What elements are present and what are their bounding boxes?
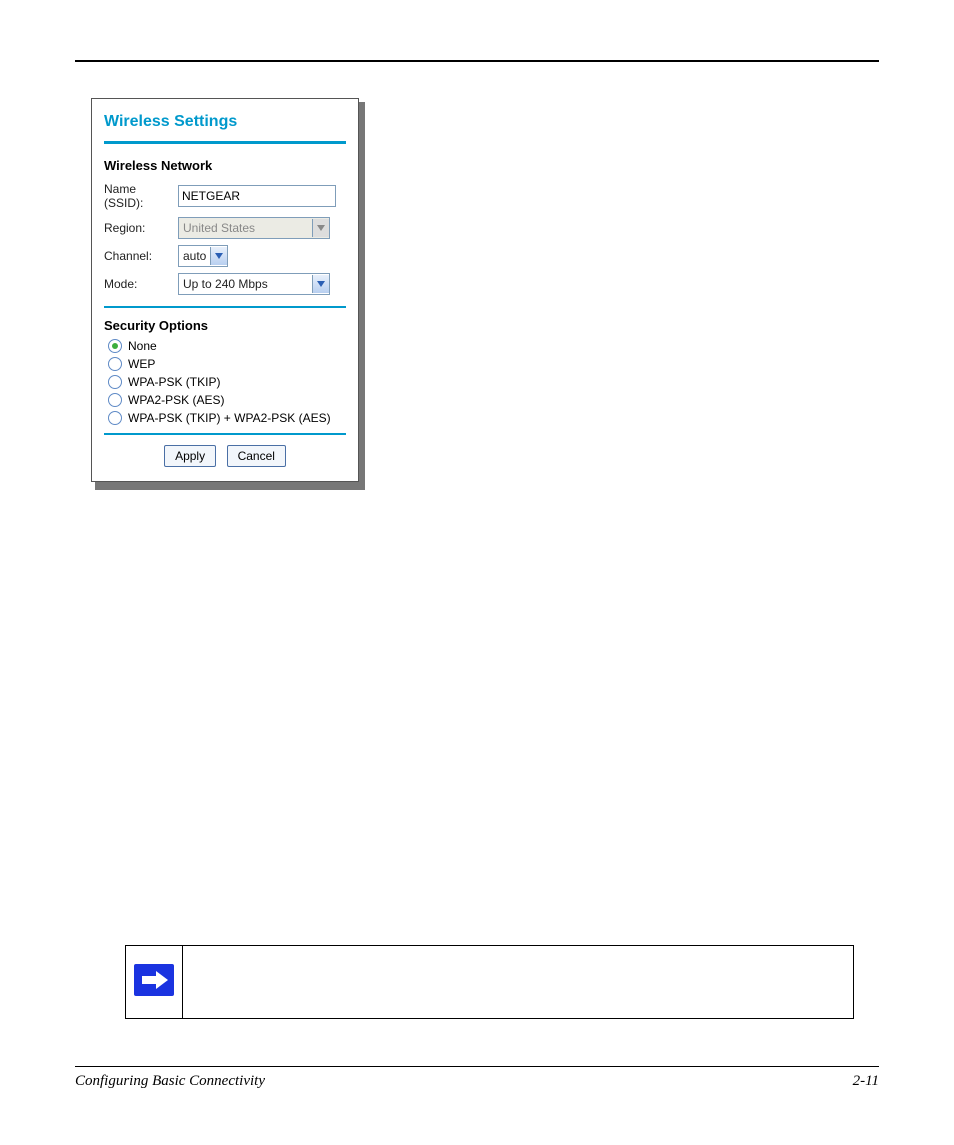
page-footer: Configuring Basic Connectivity 2-11 bbox=[75, 1066, 879, 1090]
ssid-label: Name (SSID): bbox=[104, 179, 178, 214]
panel-shadow: Wireless Settings Wireless Network Name … bbox=[95, 102, 365, 490]
mode-value: Up to 240 Mbps bbox=[179, 275, 312, 293]
top-horizontal-rule bbox=[75, 60, 879, 62]
note-box bbox=[125, 945, 854, 1019]
security-options-label: Security Options bbox=[104, 318, 346, 333]
radio-icon bbox=[108, 339, 122, 353]
chevron-down-icon bbox=[312, 275, 329, 293]
apply-button[interactable]: Apply bbox=[164, 445, 216, 467]
security-options-group: None WEP WPA-PSK (TKIP) WPA2-PSK (AES) W… bbox=[108, 339, 346, 425]
chevron-down-icon bbox=[210, 247, 227, 265]
divider bbox=[104, 141, 346, 144]
security-option-none[interactable]: None bbox=[108, 339, 346, 353]
cancel-button[interactable]: Cancel bbox=[227, 445, 286, 467]
security-option-wep[interactable]: WEP bbox=[108, 357, 346, 371]
panel-title: Wireless Settings bbox=[104, 113, 346, 131]
chevron-down-icon bbox=[312, 219, 329, 237]
radio-icon bbox=[108, 411, 122, 425]
security-option-wpa-mixed[interactable]: WPA-PSK (TKIP) + WPA2-PSK (AES) bbox=[108, 411, 346, 425]
note-body bbox=[183, 946, 854, 1019]
option-label: None bbox=[128, 339, 157, 353]
region-select: United States bbox=[178, 217, 330, 239]
divider bbox=[104, 306, 346, 308]
option-label: WPA-PSK (TKIP) + WPA2-PSK (AES) bbox=[128, 411, 331, 425]
arrow-right-icon bbox=[134, 964, 174, 996]
radio-icon bbox=[108, 375, 122, 389]
divider bbox=[104, 433, 346, 435]
wireless-settings-panel: Wireless Settings Wireless Network Name … bbox=[91, 98, 359, 482]
option-label: WEP bbox=[128, 357, 155, 371]
button-row: Apply Cancel bbox=[104, 445, 346, 467]
channel-select[interactable]: auto bbox=[178, 245, 228, 267]
wireless-network-label: Wireless Network bbox=[104, 158, 346, 173]
region-value: United States bbox=[179, 219, 312, 237]
region-label: Region: bbox=[104, 214, 178, 242]
security-option-wpa-psk-tkip[interactable]: WPA-PSK (TKIP) bbox=[108, 375, 346, 389]
mode-select[interactable]: Up to 240 Mbps bbox=[178, 273, 330, 295]
note-icon-cell bbox=[126, 946, 183, 1019]
radio-icon bbox=[108, 393, 122, 407]
ssid-input[interactable] bbox=[178, 185, 336, 207]
channel-label: Channel: bbox=[104, 242, 178, 270]
option-label: WPA2-PSK (AES) bbox=[128, 393, 224, 407]
wireless-network-form: Name (SSID): Region: United States bbox=[104, 179, 340, 298]
radio-icon bbox=[108, 357, 122, 371]
mode-label: Mode: bbox=[104, 270, 178, 298]
footer-left: Configuring Basic Connectivity bbox=[75, 1073, 265, 1090]
footer-rule bbox=[75, 1066, 879, 1067]
channel-value: auto bbox=[179, 247, 210, 265]
security-option-wpa2-psk-aes[interactable]: WPA2-PSK (AES) bbox=[108, 393, 346, 407]
option-label: WPA-PSK (TKIP) bbox=[128, 375, 220, 389]
page: Wireless Settings Wireless Network Name … bbox=[0, 0, 954, 1145]
footer-right: 2-11 bbox=[853, 1073, 879, 1090]
